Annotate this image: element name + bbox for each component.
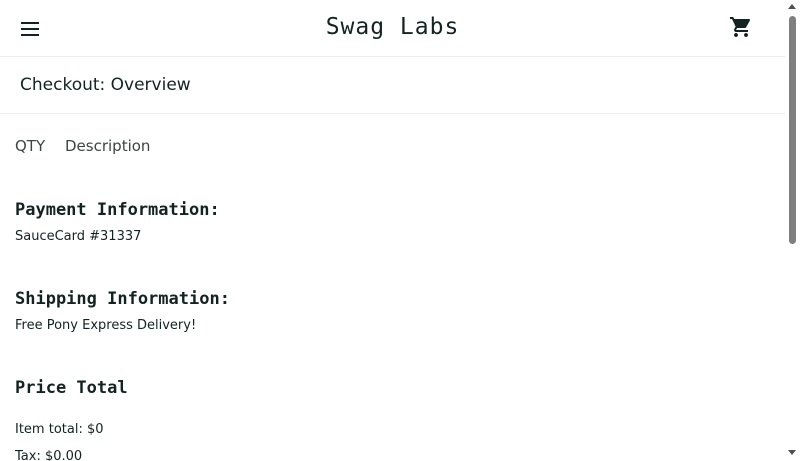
scroll-down-arrow-icon[interactable] xyxy=(788,450,796,455)
item-total-label: Item total: $0 xyxy=(15,422,104,437)
qty-header: QTY xyxy=(15,137,46,155)
price-total-label: Price Total xyxy=(15,378,128,398)
shopping-cart-icon[interactable] xyxy=(729,15,753,39)
page-title: Checkout: Overview xyxy=(20,75,191,95)
payment-info-label: Payment Information: xyxy=(15,200,220,220)
scroll-thumb[interactable] xyxy=(789,16,796,244)
description-header: Description xyxy=(65,137,151,155)
primary-header: Swag Labs xyxy=(0,0,785,57)
viewport: Swag Labs Checkout: Overview QTY Descrip… xyxy=(0,0,800,461)
shipping-info-label: Shipping Information: xyxy=(15,289,230,309)
shopping-cart-glyph xyxy=(730,17,751,37)
app-logo: Swag Labs xyxy=(325,14,460,40)
shipping-info-value: Free Pony Express Delivery! xyxy=(15,318,197,333)
tax-label: Tax: $0.00 xyxy=(15,449,83,461)
page-content: Swag Labs Checkout: Overview QTY Descrip… xyxy=(0,0,785,461)
secondary-header: Checkout: Overview xyxy=(0,57,785,114)
vertical-scrollbar[interactable] xyxy=(785,0,800,461)
scroll-up-arrow-icon[interactable] xyxy=(788,4,796,9)
payment-info-value: SauceCard #31337 xyxy=(15,229,142,244)
